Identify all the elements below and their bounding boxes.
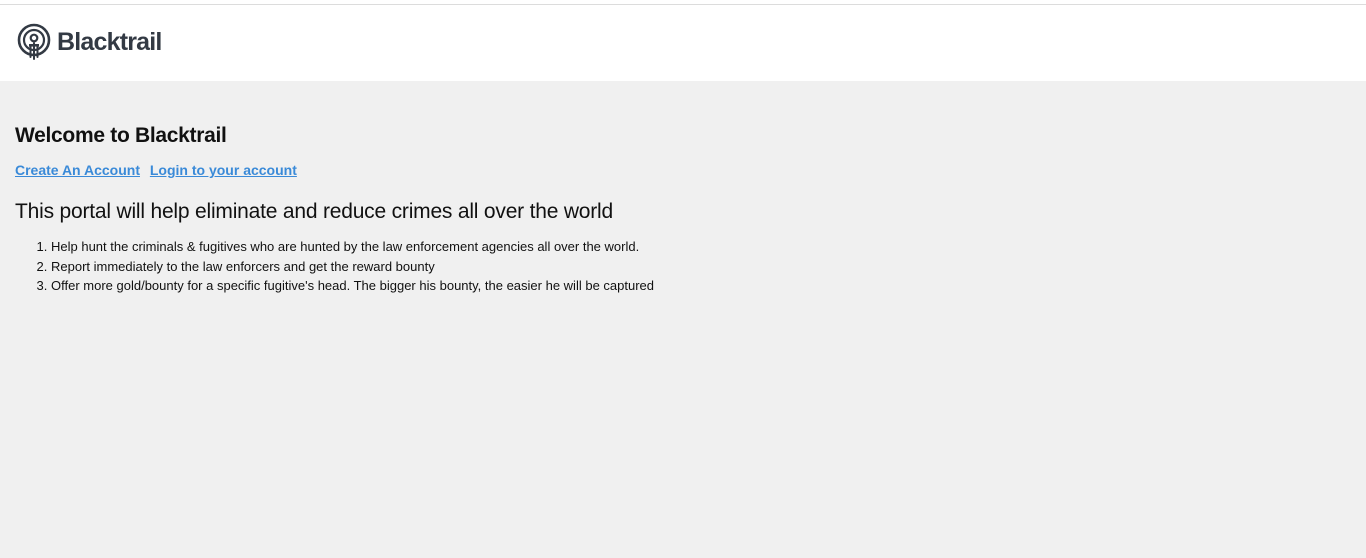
- portal-tagline: This portal will help eliminate and redu…: [15, 200, 614, 223]
- create-account-link[interactable]: Create An Account: [15, 162, 140, 178]
- login-link[interactable]: Login to your account: [150, 162, 297, 178]
- main-content: Welcome to Blacktrail Create An Account …: [0, 81, 1366, 296]
- fingerprint-pin-icon: [17, 23, 51, 60]
- account-links: Create An Account Login to your account: [15, 162, 1351, 178]
- welcome-heading: Welcome to Blacktrail: [15, 124, 227, 147]
- feature-item: Report immediately to the law enforcers …: [51, 257, 1351, 277]
- brand-logo-link[interactable]: Blacktrail: [17, 23, 162, 61]
- feature-item: Help hunt the criminals & fugitives who …: [51, 237, 1351, 257]
- brand-name: Blacktrail: [57, 27, 162, 56]
- site-header: Blacktrail: [0, 5, 1366, 81]
- features-list: Help hunt the criminals & fugitives who …: [15, 237, 1351, 296]
- feature-item: Offer more gold/bounty for a specific fu…: [51, 276, 1351, 296]
